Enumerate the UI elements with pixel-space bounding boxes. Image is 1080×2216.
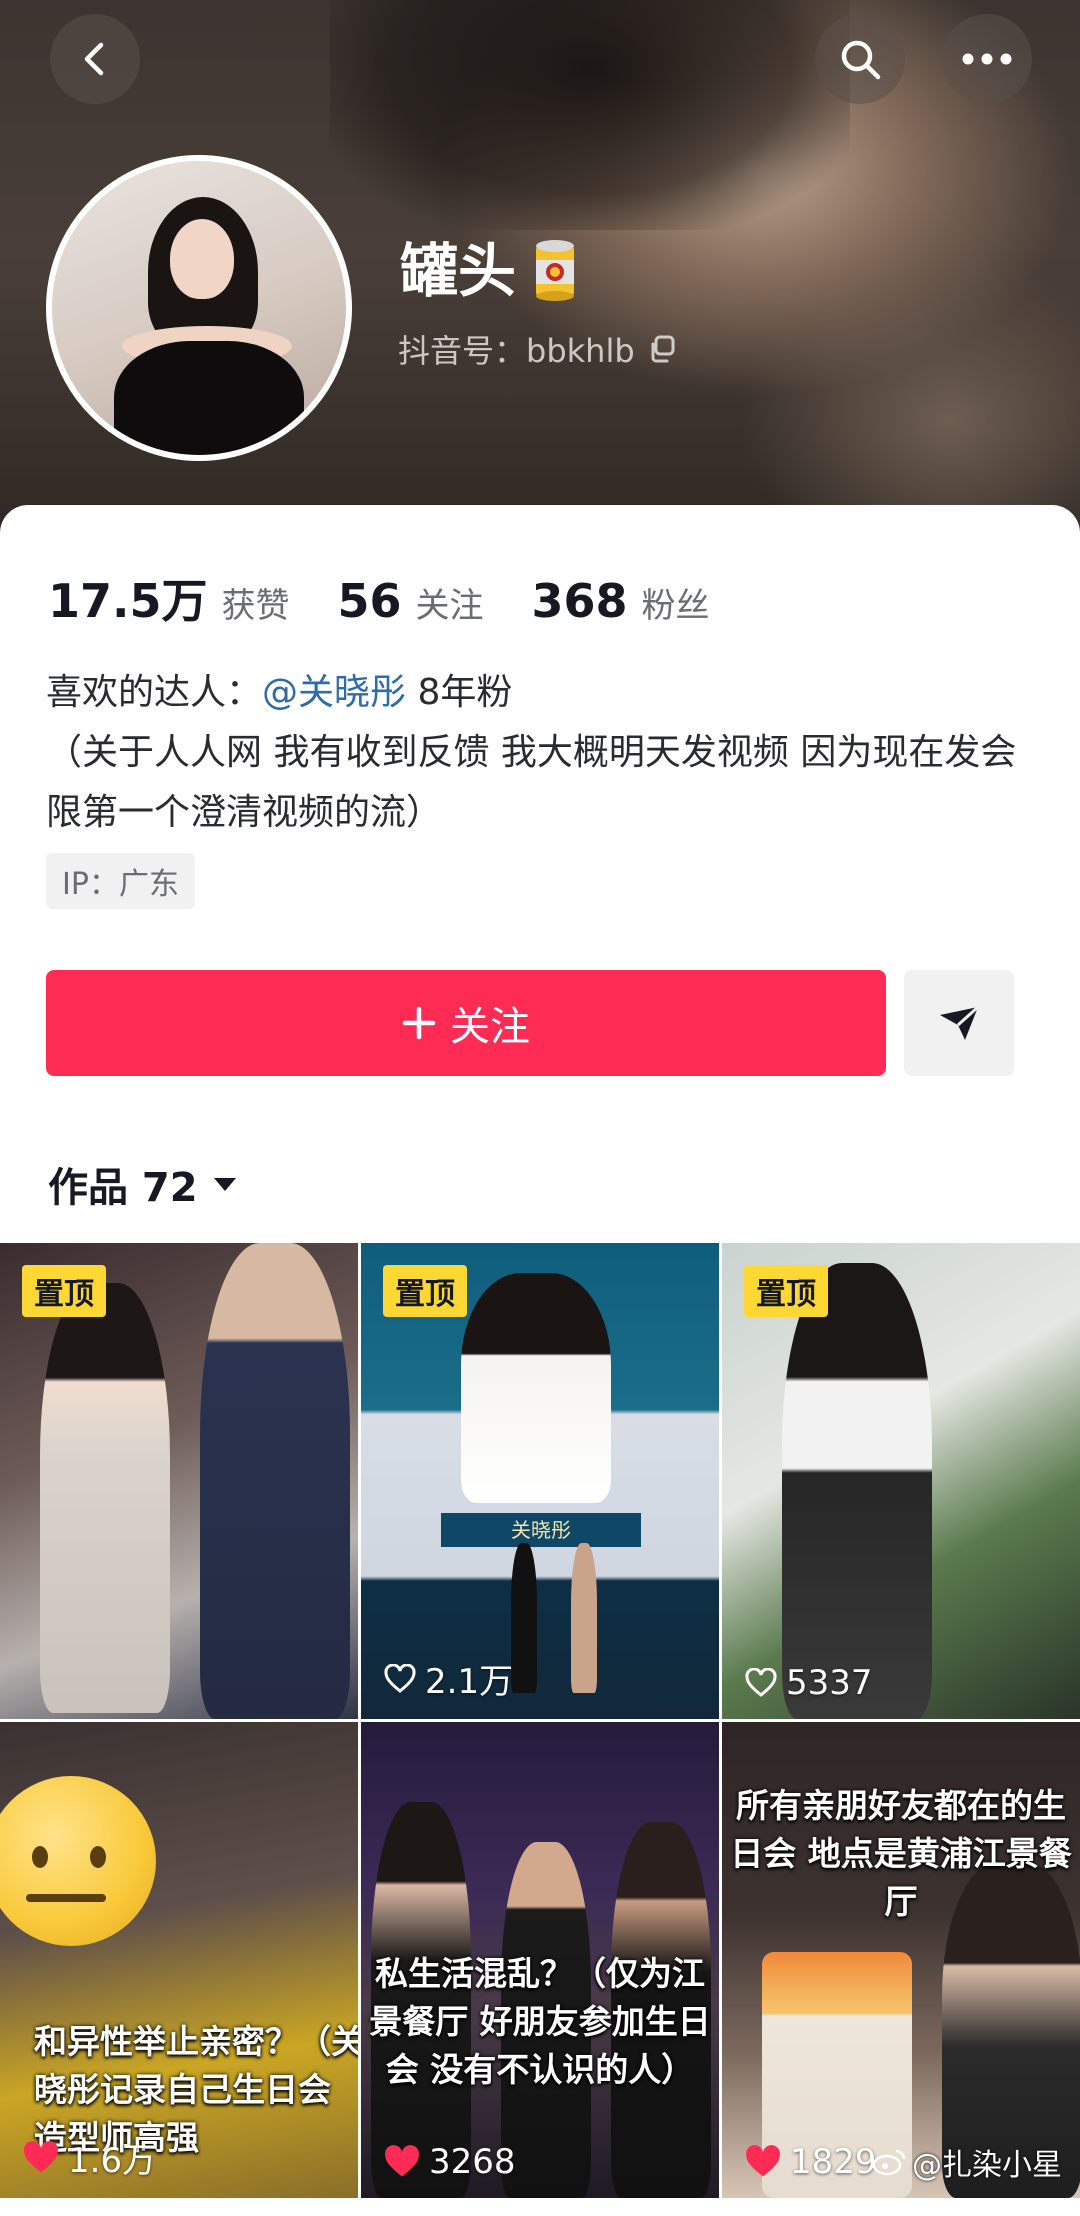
heart-filled-icon [385, 2145, 419, 2177]
pinned-badge: 置顶 [22, 1265, 106, 1317]
ip-location-tag: IP：广东 [46, 853, 195, 909]
nickname-text: 罐头 [400, 237, 517, 305]
chevron-left-icon [84, 42, 104, 76]
video-grid: 置顶 关晓彤 置顶 2.1万 置顶 5337 和异性举止亲密？（关晓彤记录自己生… [0, 1243, 1080, 2216]
bio: 喜欢的达人：@关晓彤 8年粉 （关于人人网 我有收到反馈 我大概明天发视频 因为… [46, 663, 1036, 843]
following-label: 关注 [415, 586, 484, 626]
caret-down-icon [213, 1178, 236, 1191]
video-tile[interactable]: 关晓彤 置顶 2.1万 [361, 1243, 719, 1719]
plus-icon [402, 1006, 436, 1040]
send-arrow-icon [940, 1005, 980, 1040]
canned-food-icon [536, 240, 575, 301]
weibo-watermark: @扎染小星 [872, 2140, 1062, 2184]
like-count: 5337 [744, 1663, 873, 1703]
followers-count: 368 [531, 574, 628, 628]
stats-row: 17.5万 获赞 56 关注 368 粉丝 [48, 565, 710, 631]
pinned-badge: 置顶 [744, 1265, 828, 1317]
banner-photo-hair [330, 0, 850, 230]
search-button[interactable] [815, 14, 905, 104]
following-count: 56 [337, 574, 402, 628]
bio-line-2: （关于人人网 我有收到反馈 我大概明天发视频 因为现在发会限第一个澄清视频的流） [46, 732, 1017, 833]
video-tile[interactable]: 和异性举止亲密？（关晓彤记录自己生日会 造型师高强 1.6万 [0, 1722, 358, 2198]
follow-button[interactable]: 关注 [46, 970, 886, 1076]
tab-works-label: 作品 72 [48, 1165, 198, 1211]
more-dots-icon [962, 53, 1012, 65]
followers-stat[interactable]: 368 粉丝 [532, 574, 710, 628]
following-stat[interactable]: 56 关注 [338, 574, 484, 628]
douyin-id-text: 抖音号：bbkhlb [398, 332, 635, 370]
like-count: 3268 [383, 2142, 516, 2182]
bio-line-1: 喜欢的达人：@关晓彤 8年粉 [46, 672, 513, 713]
video-tile[interactable]: 置顶 [0, 1243, 358, 1719]
avatar[interactable] [46, 155, 352, 461]
video-overlay-text: 所有亲朋好友都在的生日会 地点是黄浦江景餐厅 [730, 1786, 1072, 1921]
heart-outline-icon [384, 1663, 416, 1693]
heart-outline-icon [745, 1668, 777, 1697]
heart-filled-icon [746, 2145, 780, 2177]
likes-label: 获赞 [221, 586, 290, 626]
follow-button-label: 关注 [450, 1004, 530, 1050]
like-count: 1.6万 [22, 2133, 156, 2182]
video-overlay-text: 私生活混乱？（仅为江景餐厅 好朋友参加生日会 没有不认识的人） [369, 1954, 711, 2089]
search-icon [841, 40, 881, 80]
nickname: 罐头 [400, 238, 578, 304]
face-emoji-sticker [0, 1776, 156, 1946]
profile-card: 17.5万 获赞 56 关注 368 粉丝 喜欢的达人：@关晓彤 8年粉 （关于… [0, 505, 1080, 1245]
like-count: 1829 [744, 2142, 877, 2182]
heart-filled-icon [24, 2140, 58, 2173]
followers-label: 粉丝 [641, 586, 710, 626]
send-message-button[interactable] [904, 970, 1014, 1076]
mention-link[interactable]: @关晓彤 [262, 672, 406, 713]
back-button[interactable] [50, 14, 140, 104]
weibo-icon [872, 2149, 906, 2176]
pinned-badge: 置顶 [383, 1265, 467, 1317]
caption-plate: 关晓彤 [441, 1513, 641, 1547]
likes-count: 17.5万 [48, 574, 208, 628]
likes-stat: 17.5万 获赞 [48, 565, 290, 631]
video-tile[interactable]: 所有亲朋好友都在的生日会 地点是黄浦江景餐厅 1829 @扎染小星 [722, 1722, 1080, 2198]
like-count: 2.1万 [383, 1654, 513, 1703]
video-tile[interactable]: 置顶 5337 [722, 1243, 1080, 1719]
more-button[interactable] [942, 14, 1032, 104]
tab-works[interactable]: 作品 72 [48, 1155, 238, 1213]
copy-icon[interactable] [647, 334, 677, 364]
video-tile[interactable]: 私生活混乱？（仅为江景餐厅 好朋友参加生日会 没有不认识的人） 3268 [361, 1722, 719, 2198]
douyin-id: 抖音号：bbkhlb [398, 326, 677, 372]
